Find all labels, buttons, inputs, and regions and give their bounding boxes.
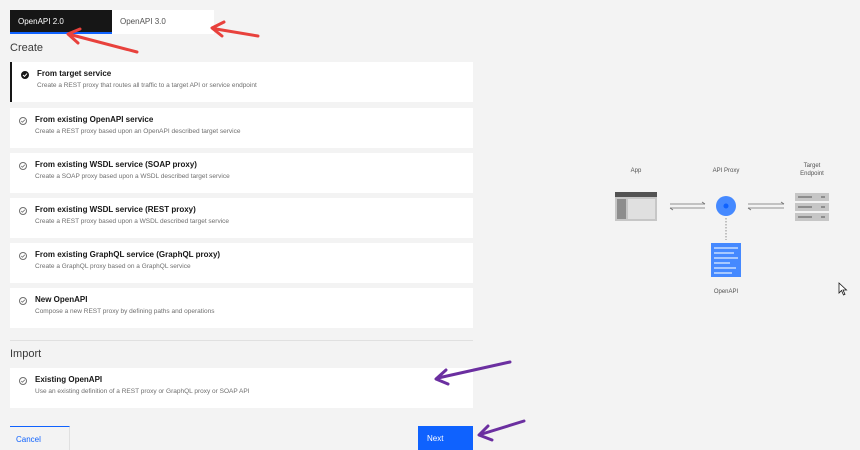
option-description: Create a REST proxy based upon a WSDL de…	[35, 218, 230, 225]
option-description: Compose a new REST proxy by defining pat…	[35, 308, 215, 315]
checkmark-outline-icon	[19, 162, 27, 170]
diagram-openapi-label: OpenAPI	[713, 289, 739, 295]
checkmark-outline-icon	[19, 297, 27, 305]
tab-openapi-3[interactable]: OpenAPI 3.0	[112, 10, 214, 34]
option-from-target-service[interactable]: From target service Create a REST proxy …	[10, 62, 473, 102]
diagram-target-label-line2: Endpoint	[800, 171, 824, 177]
tab-openapi-2[interactable]: OpenAPI 2.0	[10, 10, 112, 34]
option-title: From existing WSDL service (REST proxy)	[35, 205, 196, 214]
mouse-cursor-icon	[838, 282, 848, 296]
option-description: Create a REST proxy that routes all traf…	[37, 82, 257, 89]
option-existing-openapi[interactable]: Existing OpenAPI Use an existing definit…	[10, 368, 473, 408]
next-button[interactable]: Next	[418, 426, 473, 450]
checkmark-outline-icon	[19, 117, 27, 125]
option-description: Use an existing definition of a REST pro…	[35, 388, 250, 395]
option-from-existing-openapi[interactable]: From existing OpenAPI service Create a R…	[10, 108, 473, 148]
bidirectional-arrow-icon	[747, 201, 785, 211]
diagram-target-label-line1: Target	[803, 163, 821, 169]
app-window-icon	[615, 192, 657, 221]
checkmark-outline-icon	[19, 252, 27, 260]
red-annotation-arrow-icon	[210, 20, 260, 38]
bidirectional-arrow-icon	[669, 201, 706, 211]
option-title: New OpenAPI	[35, 295, 88, 304]
option-from-wsdl-rest[interactable]: From existing WSDL service (REST proxy) …	[10, 198, 473, 238]
option-title: From existing OpenAPI service	[35, 115, 154, 124]
option-description: Create a SOAP proxy based upon a WSDL de…	[35, 173, 230, 180]
option-description: Create a GraphQL proxy based on a GraphQ…	[35, 263, 191, 270]
server-stack-icon	[795, 193, 829, 221]
checkmark-outline-icon	[19, 377, 27, 385]
checkmark-outline-icon	[19, 207, 27, 215]
option-title: From existing GraphQL service (GraphQL p…	[35, 250, 221, 259]
cancel-button[interactable]: Cancel	[10, 426, 70, 450]
option-title: Existing OpenAPI	[35, 375, 103, 384]
diagram-proxy-label: API Proxy	[712, 168, 740, 174]
section-divider	[10, 340, 473, 341]
option-title: From existing WSDL service (SOAP proxy)	[35, 160, 197, 169]
option-new-openapi[interactable]: New OpenAPI Compose a new REST proxy by …	[10, 288, 473, 328]
option-from-graphql[interactable]: From existing GraphQL service (GraphQL p…	[10, 243, 473, 283]
import-heading: Import	[10, 348, 42, 360]
purple-annotation-arrow-icon	[477, 419, 526, 442]
api-proxy-node-icon	[716, 196, 736, 216]
checkmark-filled-icon	[21, 71, 29, 79]
openapi-document-icon	[711, 243, 741, 277]
diagram-app-label: App	[630, 168, 642, 174]
create-heading: Create	[10, 42, 44, 54]
option-description: Create a REST proxy based upon an OpenAP…	[35, 128, 241, 135]
option-from-wsdl-soap[interactable]: From existing WSDL service (SOAP proxy) …	[10, 153, 473, 193]
openapi-version-tabs: OpenAPI 2.0 OpenAPI 3.0	[10, 10, 214, 34]
option-title: From target service	[37, 69, 112, 78]
